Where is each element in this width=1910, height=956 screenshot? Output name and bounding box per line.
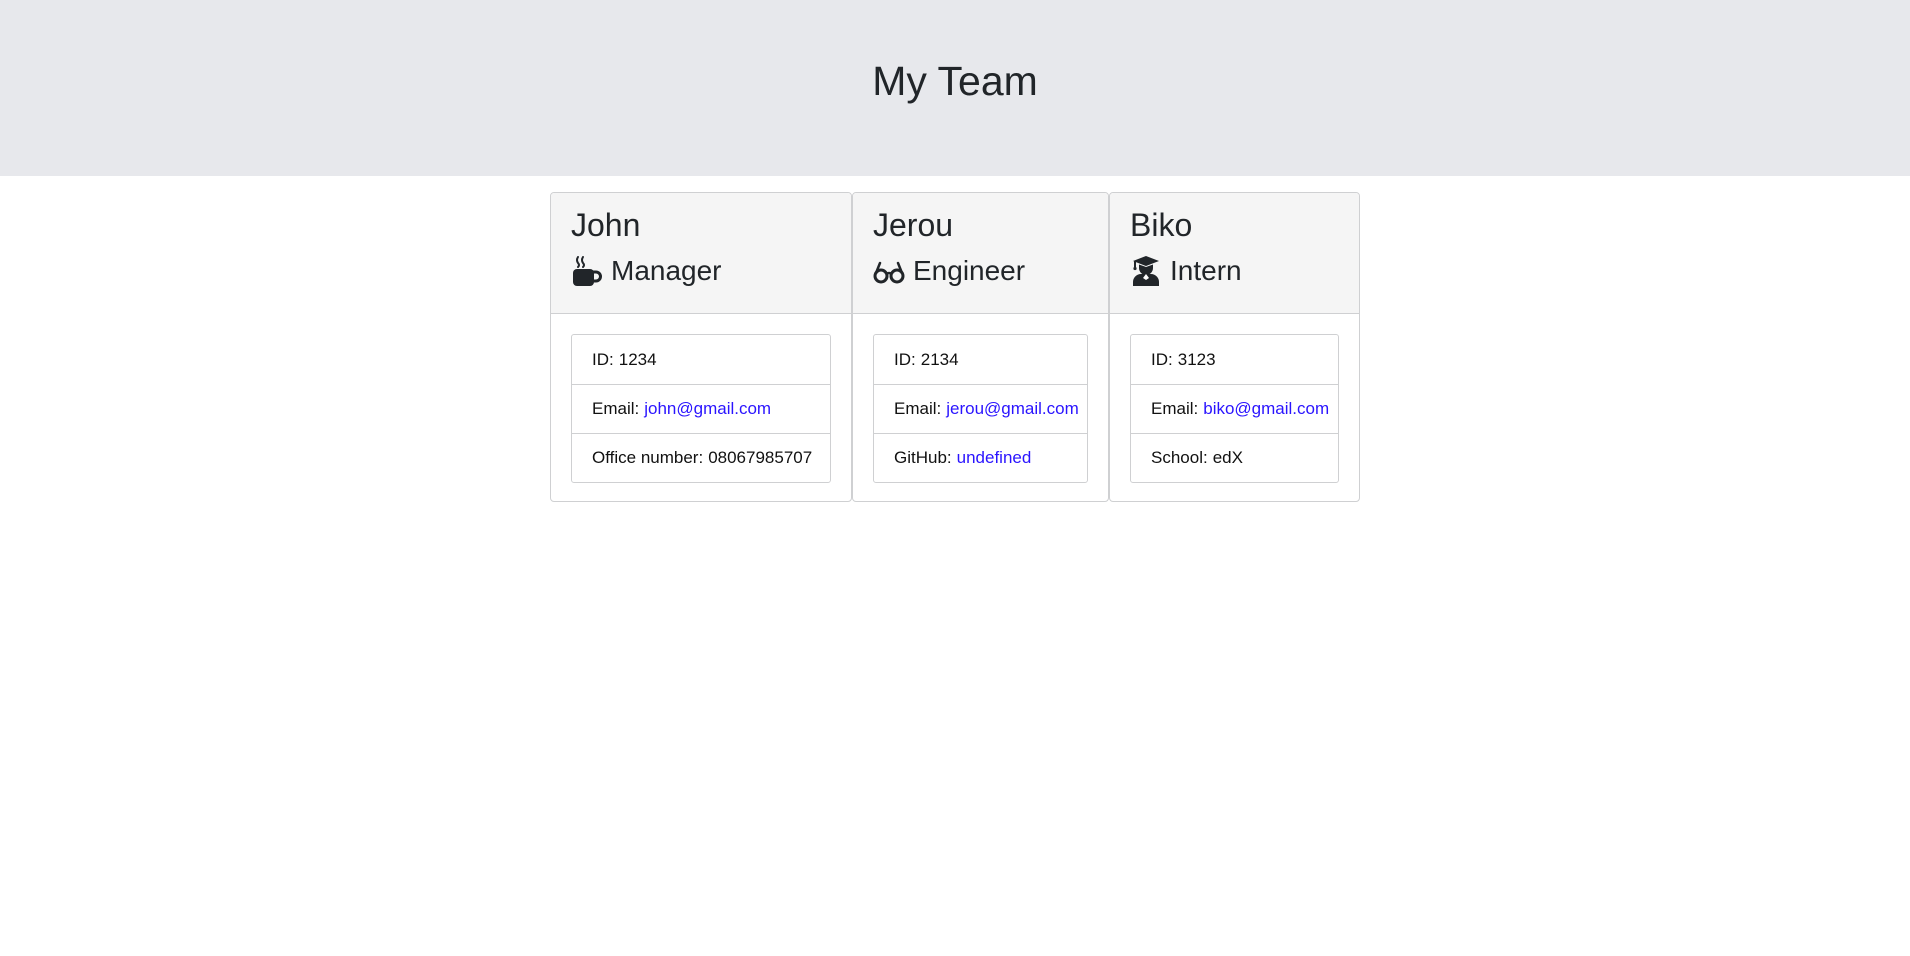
email-row: Email: john@gmail.com — [572, 384, 830, 433]
role-label: Manager — [611, 255, 722, 286]
email-link[interactable]: jerou@gmail.com — [946, 399, 1079, 419]
email-row: Email: jerou@gmail.com — [874, 384, 1087, 433]
id-label: ID: — [1151, 349, 1173, 369]
employee-role: Engineer — [873, 255, 1088, 287]
office-number-value: 08067985707 — [708, 448, 813, 467]
engineer-card: Jerou Engineer ID: 2134 Email: jerou@gma… — [852, 192, 1109, 502]
card-body: ID: 1234 Email: john@gmail.com Office nu… — [551, 314, 851, 501]
id-value: 2134 — [920, 349, 959, 369]
glasses-icon — [873, 255, 905, 287]
email-link[interactable]: biko@gmail.com — [1203, 399, 1329, 419]
employee-name: John — [571, 207, 641, 243]
details-list: ID: 2134 Email: jerou@gmail.com GitHub: … — [873, 334, 1088, 483]
office-number-label: Office number: — [592, 448, 704, 467]
id-label: ID: — [894, 349, 916, 369]
employee-name: Jerou — [873, 207, 954, 243]
card-header: John Manager — [551, 193, 851, 314]
school-row: School: edX — [1131, 433, 1338, 482]
page-title: My Team — [872, 57, 1038, 104]
graduate-icon — [1130, 255, 1162, 287]
team-cards: John Manager ID: 1234 Email: john@gmail.… — [0, 176, 1910, 956]
office-number-row: Office number: 08067985707 — [572, 433, 830, 482]
id-label: ID: — [592, 349, 614, 369]
intern-card: Biko Intern ID: 3123 Email: biko@gmail.c… — [1109, 192, 1360, 502]
page-header: My Team — [0, 0, 1910, 176]
mug-icon — [571, 255, 603, 287]
github-label: GitHub: — [894, 448, 952, 467]
card-body: ID: 3123 Email: biko@gmail.com School: e… — [1110, 314, 1359, 501]
details-list: ID: 1234 Email: john@gmail.com Office nu… — [571, 334, 831, 483]
id-row: ID: 2134 — [874, 335, 1087, 384]
email-label: Email: — [1151, 399, 1199, 418]
school-label: School: — [1151, 448, 1208, 467]
manager-card: John Manager ID: 1234 Email: john@gmail.… — [550, 192, 852, 502]
card-body: ID: 2134 Email: jerou@gmail.com GitHub: … — [853, 314, 1108, 501]
card-header: Jerou Engineer — [853, 193, 1108, 314]
email-label: Email: — [592, 399, 640, 418]
id-value: 1234 — [618, 349, 657, 369]
employee-role: Manager — [571, 255, 831, 287]
role-label: Intern — [1170, 255, 1242, 286]
email-label: Email: — [894, 399, 942, 418]
github-row: GitHub: undefined — [874, 433, 1087, 482]
school-value: edX — [1212, 448, 1243, 467]
employee-role: Intern — [1130, 255, 1339, 287]
id-row: ID: 3123 — [1131, 335, 1338, 384]
id-value: 3123 — [1177, 349, 1216, 369]
card-header: Biko Intern — [1110, 193, 1359, 314]
email-link[interactable]: john@gmail.com — [644, 399, 771, 419]
email-row: Email: biko@gmail.com — [1131, 384, 1338, 433]
github-link[interactable]: undefined — [957, 448, 1032, 468]
details-list: ID: 3123 Email: biko@gmail.com School: e… — [1130, 334, 1339, 483]
id-row: ID: 1234 — [572, 335, 830, 384]
role-label: Engineer — [913, 255, 1026, 286]
employee-name: Biko — [1130, 207, 1193, 243]
